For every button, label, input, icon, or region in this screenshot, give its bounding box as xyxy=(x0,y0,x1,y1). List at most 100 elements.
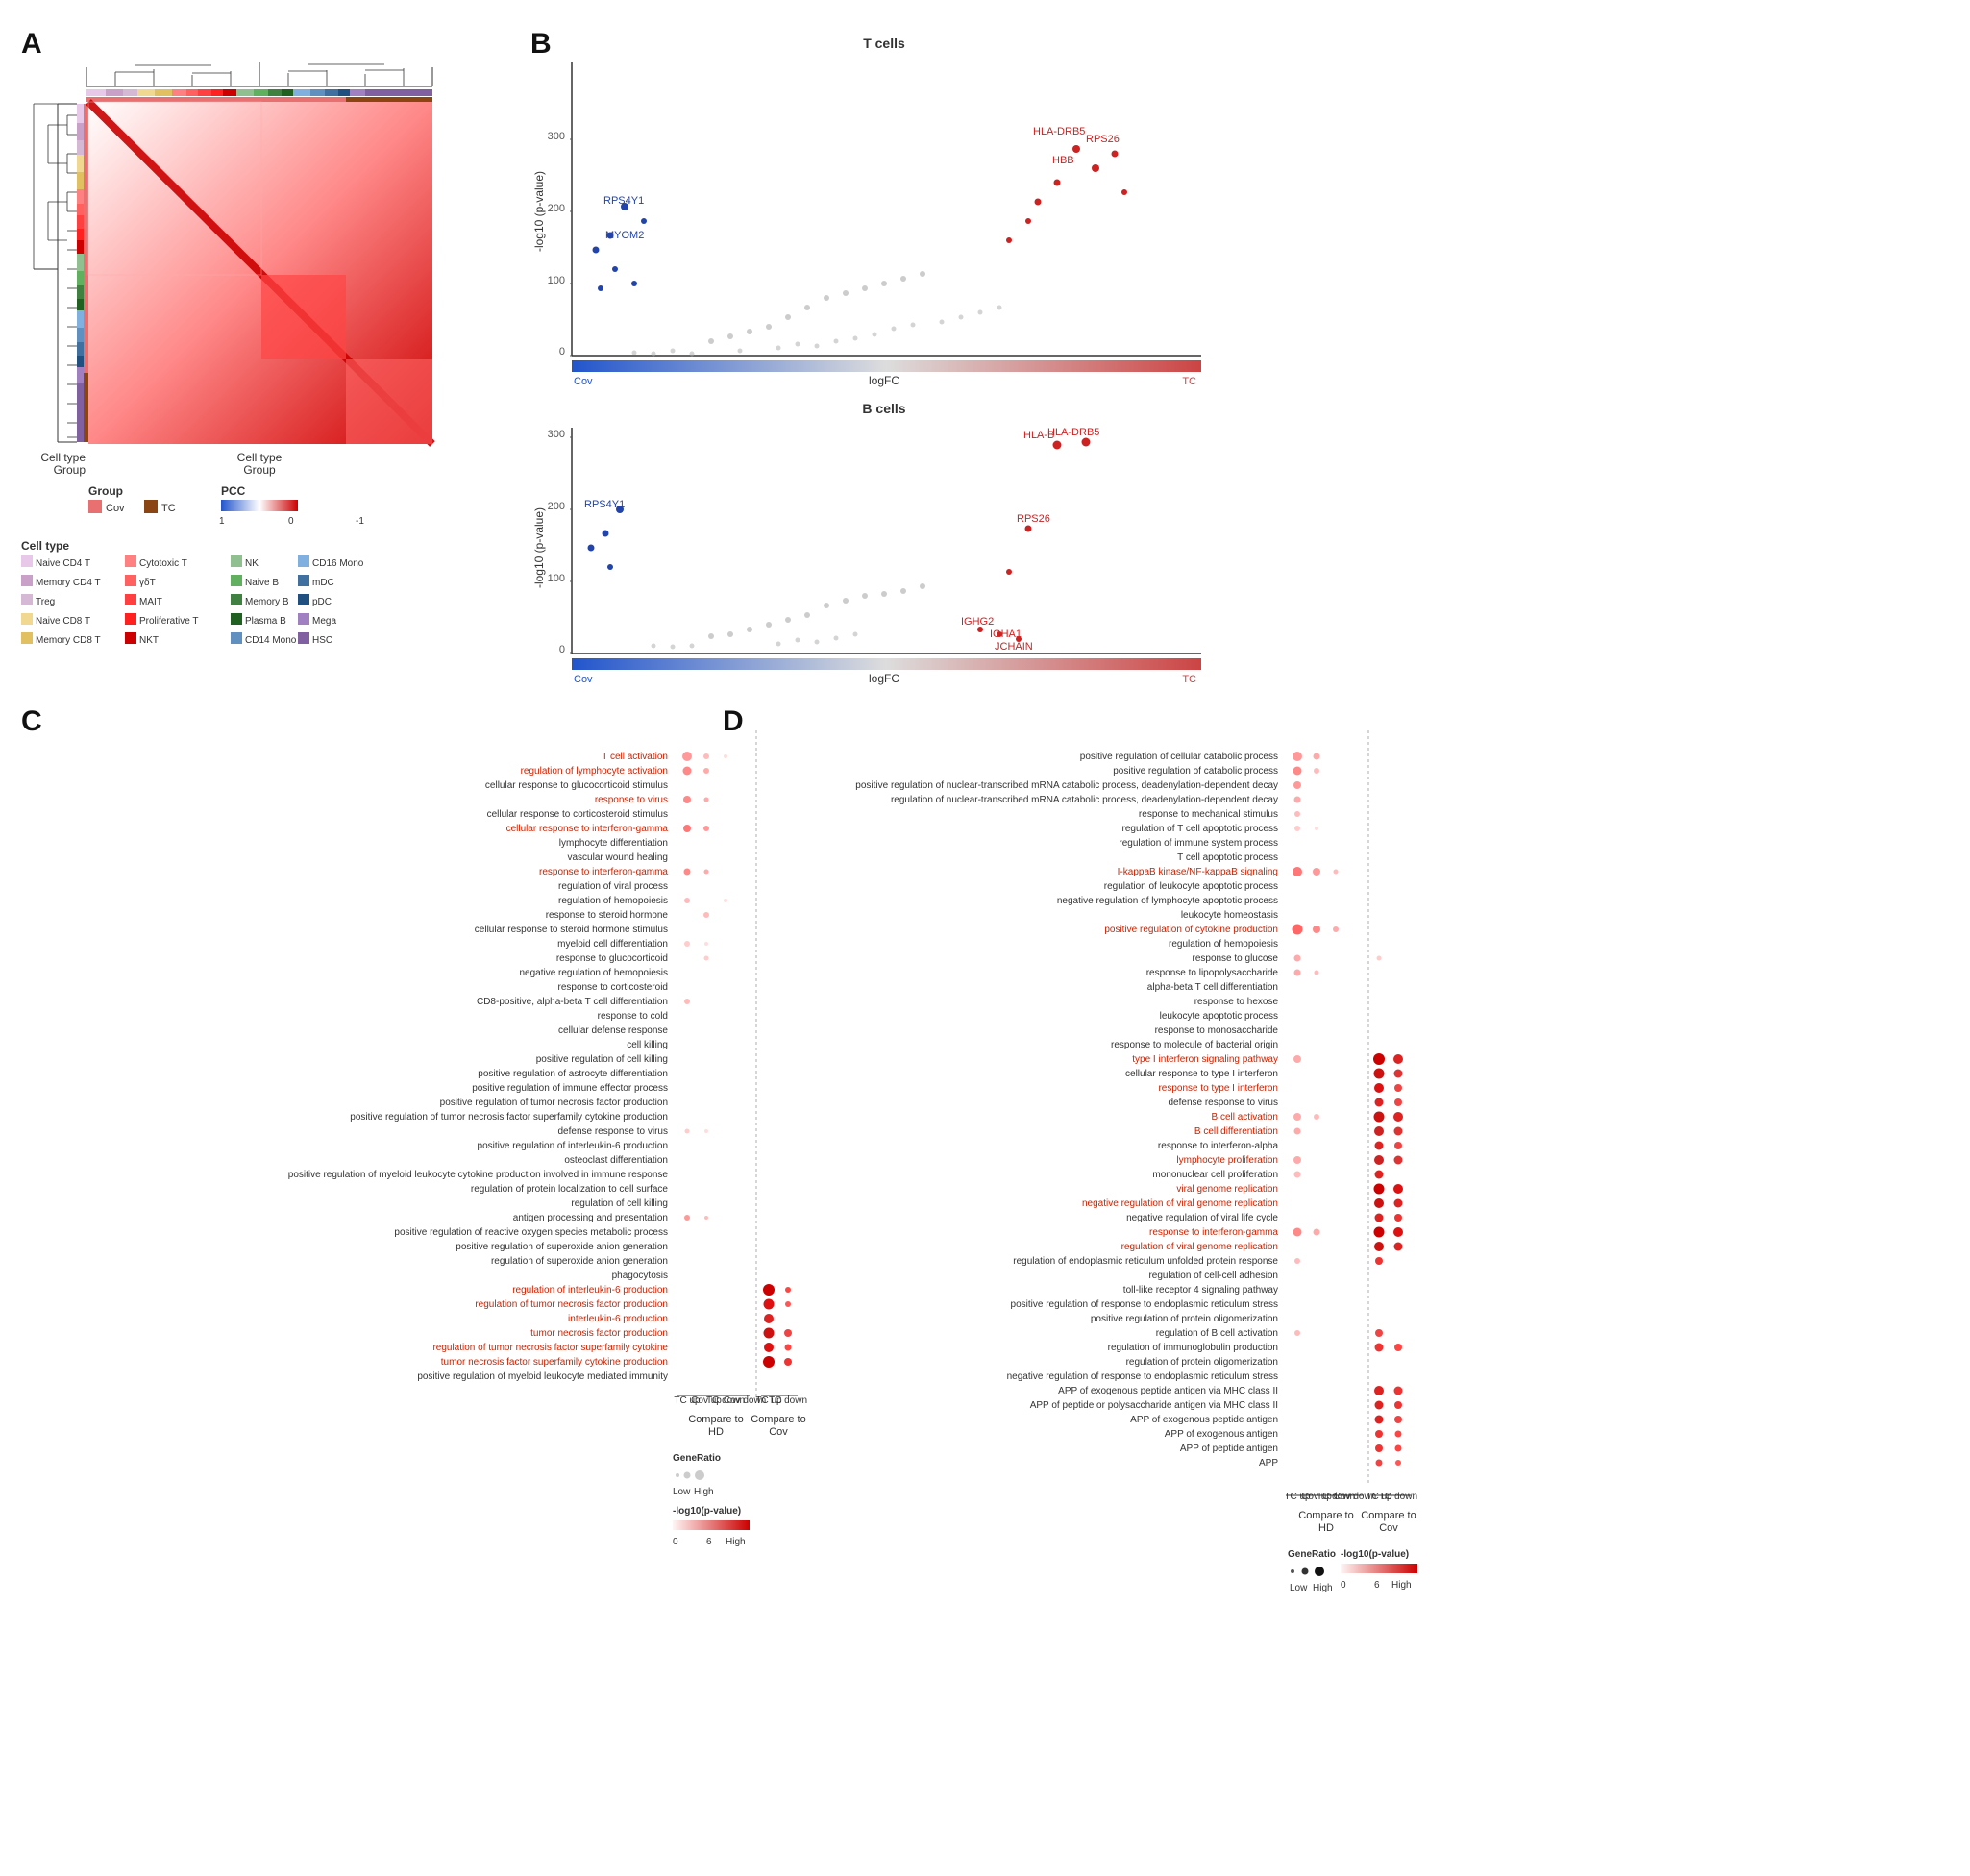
svg-text:positive regulation of cell ki: positive regulation of cell killing xyxy=(536,1054,668,1065)
svg-text:lymphocyte proliferation: lymphocyte proliferation xyxy=(1176,1155,1278,1166)
svg-text:viral genome replication: viral genome replication xyxy=(1176,1184,1278,1195)
svg-text:osteoclast differentiation: osteoclast differentiation xyxy=(564,1155,668,1166)
svg-text:regulation of tumor necrosis f: regulation of tumor necrosis factor supe… xyxy=(432,1343,668,1353)
svg-text:vascular wound healing: vascular wound healing xyxy=(567,852,668,863)
gene-rps4y1-top: RPS4Y1 xyxy=(603,195,644,207)
panel-c-terms: T cell activation regulation of lymphocy… xyxy=(288,752,669,1382)
celltype-treg: Treg xyxy=(36,597,55,607)
svg-text:cellular response to steroid h: cellular response to steroid hormone sti… xyxy=(475,925,668,935)
panel-d-xaxis: TC up Cov up TC down Cov down TC up TC d… xyxy=(1284,1492,1417,1502)
svg-text:-log10(p-value): -log10(p-value) xyxy=(673,1506,741,1517)
svg-text:response to mechanical stimulu: response to mechanical stimulus xyxy=(1139,809,1278,820)
celltype-memoryb: Memory B xyxy=(245,597,289,607)
svg-text:regulation of tumor necrosis f: regulation of tumor necrosis factor prod… xyxy=(475,1299,668,1310)
svg-text:regulation of leukocyte apopto: regulation of leukocyte apoptotic proces… xyxy=(1104,881,1278,892)
svg-text:APP: APP xyxy=(1259,1458,1278,1469)
celltype-nk: NK xyxy=(245,558,259,569)
svg-text:APP of exogenous peptide antig: APP of exogenous peptide antigen xyxy=(1130,1415,1278,1425)
celltype-prolift: Proliferative T xyxy=(139,616,199,627)
panel-d-group1-label2: HD xyxy=(1318,1522,1334,1534)
svg-text:positive regulation of astrocy: positive regulation of astrocyte differe… xyxy=(478,1069,668,1079)
celltype-mdc: mDC xyxy=(312,578,334,588)
volcano-bottom-xaxis-label: logFC xyxy=(869,672,899,685)
svg-text:toll-like receptor 4 signaling: toll-like receptor 4 signaling pathway xyxy=(1123,1285,1278,1296)
volcano-bottom-xgrad xyxy=(572,658,1201,670)
svg-text:positive regulation of reactiv: positive regulation of reactive oxygen s… xyxy=(394,1227,668,1238)
gene-hbb-top: HBB xyxy=(1052,155,1074,166)
panel-c-group1-label2: HD xyxy=(708,1426,724,1438)
svg-text:positive regulation of nuclear: positive regulation of nuclear-transcrib… xyxy=(855,780,1278,791)
gene-myom2-top: MYOM2 xyxy=(605,230,644,241)
celltype-pdc: pDC xyxy=(312,597,332,607)
svg-text:cell killing: cell killing xyxy=(627,1040,668,1050)
group-bar-top xyxy=(86,97,432,102)
svg-text:negative regulation of viral l: negative regulation of viral life cycle xyxy=(1126,1213,1278,1223)
volcano-bottom-title: B cells xyxy=(862,401,905,416)
pcc-mid: 0 xyxy=(288,516,294,527)
svg-text:leukocyte homeostasis: leukocyte homeostasis xyxy=(1181,910,1278,921)
panel-d-legend: GeneRatio Low High -log10(p-value) 0 6 H… xyxy=(1288,1549,1417,1593)
svg-text:APP of peptide antigen: APP of peptide antigen xyxy=(1180,1444,1278,1454)
panel-d-terms: positive regulation of cellular cataboli… xyxy=(855,752,1278,1469)
svg-text:High: High xyxy=(694,1487,714,1497)
svg-text:myeloid cell differentiation: myeloid cell differentiation xyxy=(557,939,668,950)
svg-text:antigen processing and present: antigen processing and presentation xyxy=(513,1213,668,1223)
gene-ighg2-bottom: IGHG2 xyxy=(961,616,994,628)
svg-text:0: 0 xyxy=(1341,1580,1346,1591)
dendrogram-left xyxy=(34,104,77,442)
svg-text:regulation of cell killing: regulation of cell killing xyxy=(571,1198,668,1209)
celltype-gdt: γδT xyxy=(139,578,156,588)
svg-text:response to glucocorticoid: response to glucocorticoid xyxy=(556,953,668,964)
svg-text:TC down: TC down xyxy=(1379,1492,1417,1502)
svg-text:6: 6 xyxy=(706,1537,712,1547)
color-bar-top xyxy=(86,89,432,96)
svg-text:regulation of lymphocyte activ: regulation of lymphocyte activation xyxy=(521,766,668,777)
svg-text:negative regulation of hemopoi: negative regulation of hemopoiesis xyxy=(519,968,668,978)
svg-text:regulation of superoxide anion: regulation of superoxide anion generatio… xyxy=(491,1256,668,1267)
heatmap-xaxis-label2: Group xyxy=(243,463,276,477)
gene-rps26-top: RPS26 xyxy=(1086,134,1120,145)
heatmap-yaxis-label1: Cell type xyxy=(40,451,86,464)
svg-text:regulation of protein localiza: regulation of protein localization to ce… xyxy=(471,1184,669,1195)
svg-text:cellular defense response: cellular defense response xyxy=(558,1025,668,1036)
svg-text:positive regulation of myeloid: positive regulation of myeloid leukocyte… xyxy=(417,1371,668,1382)
svg-text:300: 300 xyxy=(548,429,565,440)
svg-text:cellular response to glucocort: cellular response to glucocorticoid stim… xyxy=(485,780,668,791)
panel-d-dots xyxy=(1293,752,1404,1467)
celltype-legend-title: Cell type xyxy=(21,539,69,553)
gene-hlab-bottom: HLA-B xyxy=(1023,430,1054,441)
svg-text:negative regulation of viral g: negative regulation of viral genome repl… xyxy=(1082,1198,1278,1209)
color-bar-left xyxy=(77,104,84,442)
svg-text:lymphocyte differentiation: lymphocyte differentiation xyxy=(559,838,668,849)
celltype-plasmab: Plasma B xyxy=(245,616,286,627)
svg-text:response to monosaccharide: response to monosaccharide xyxy=(1155,1025,1279,1036)
panel-d-group2-label: Compare to xyxy=(1361,1510,1416,1521)
svg-text:High: High xyxy=(1313,1583,1333,1593)
svg-text:positive regulation of respons: positive regulation of response to endop… xyxy=(1011,1299,1278,1310)
svg-text:response to molecule of bacter: response to molecule of bacterial origin xyxy=(1111,1040,1278,1050)
celltype-mega: Mega xyxy=(312,616,336,627)
svg-text:T cell activation: T cell activation xyxy=(602,752,668,762)
celltype-cytotoxict: Cytotoxic T xyxy=(139,558,187,569)
svg-text:APP of exogenous antigen: APP of exogenous antigen xyxy=(1165,1429,1278,1440)
gene-hladrb5-bottom: HLA-DRB5 xyxy=(1047,427,1099,438)
svg-text:positive regulation of tumor n: positive regulation of tumor necrosis fa… xyxy=(440,1098,668,1108)
celltype-hsc: HSC xyxy=(312,635,332,646)
celltype-mait: MAIT xyxy=(139,597,162,607)
svg-text:negative regulation of respons: negative regulation of response to endop… xyxy=(1007,1371,1278,1382)
svg-text:response to lipopolysaccharide: response to lipopolysaccharide xyxy=(1146,968,1279,978)
dendrogram-top xyxy=(86,62,432,86)
panel-d-group2-label2: Cov xyxy=(1379,1522,1398,1534)
svg-text:regulation of viral genome rep: regulation of viral genome replication xyxy=(1121,1242,1278,1252)
svg-text:0: 0 xyxy=(559,644,565,655)
svg-text:tumor necrosis factor superfam: tumor necrosis factor superfamily cytoki… xyxy=(441,1357,668,1368)
svg-text:T cell apoptotic process: T cell apoptotic process xyxy=(1177,852,1278,863)
panel-c-xaxis: TC up Cov up TC down Cov down TC up TC d… xyxy=(674,1395,807,1406)
celltype-naivecd8t: Naive CD8 T xyxy=(36,616,90,627)
svg-text:TC down: TC down xyxy=(769,1395,807,1406)
svg-text:I-kappaB kinase/NF-kappaB sign: I-kappaB kinase/NF-kappaB signaling xyxy=(1118,867,1278,877)
svg-text:positive regulation of tumor n: positive regulation of tumor necrosis fa… xyxy=(350,1112,668,1123)
svg-text:0: 0 xyxy=(673,1537,678,1547)
panel-c-legend: GeneRatio Low High -log10(p-value) 0 6 H… xyxy=(673,1453,750,1547)
svg-text:response to interferon-alpha: response to interferon-alpha xyxy=(1158,1141,1279,1151)
